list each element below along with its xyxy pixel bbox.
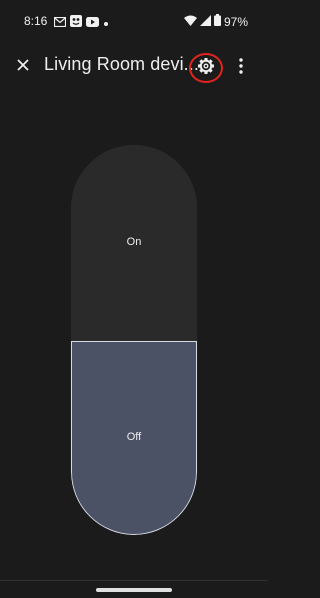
photos-icon — [70, 14, 82, 32]
status-bar: 8:16 97% — [0, 0, 268, 40]
nav-divider — [0, 580, 268, 581]
gesture-nav-handle[interactable] — [96, 588, 172, 592]
system-status: 97% — [183, 14, 248, 29]
toggle-off-segment[interactable]: Off — [71, 341, 197, 535]
page-title: Living Room devi... — [44, 54, 199, 74]
toggle-on-label: On — [126, 236, 142, 248]
youtube-icon — [86, 14, 99, 32]
app-bar: Living Room devi... — [0, 46, 268, 86]
close-button[interactable] — [14, 56, 32, 74]
more-vert-icon — [239, 58, 243, 74]
gmail-icon — [53, 14, 67, 32]
notification-icons — [53, 14, 109, 32]
gear-icon — [198, 58, 214, 74]
toggle-on-segment[interactable]: On — [71, 145, 197, 341]
status-time: 8:16 — [24, 14, 48, 28]
notification-dot-icon — [103, 14, 109, 32]
settings-button[interactable] — [188, 50, 224, 82]
battery-percent: 97% — [223, 14, 248, 29]
battery-icon — [213, 14, 221, 29]
wifi-icon — [183, 15, 197, 29]
signal-icon — [199, 14, 211, 29]
more-options-button[interactable] — [232, 54, 250, 78]
toggle-off-label: Off — [126, 431, 142, 443]
close-icon — [17, 59, 29, 71]
on-off-toggle[interactable]: On Off — [71, 145, 197, 535]
